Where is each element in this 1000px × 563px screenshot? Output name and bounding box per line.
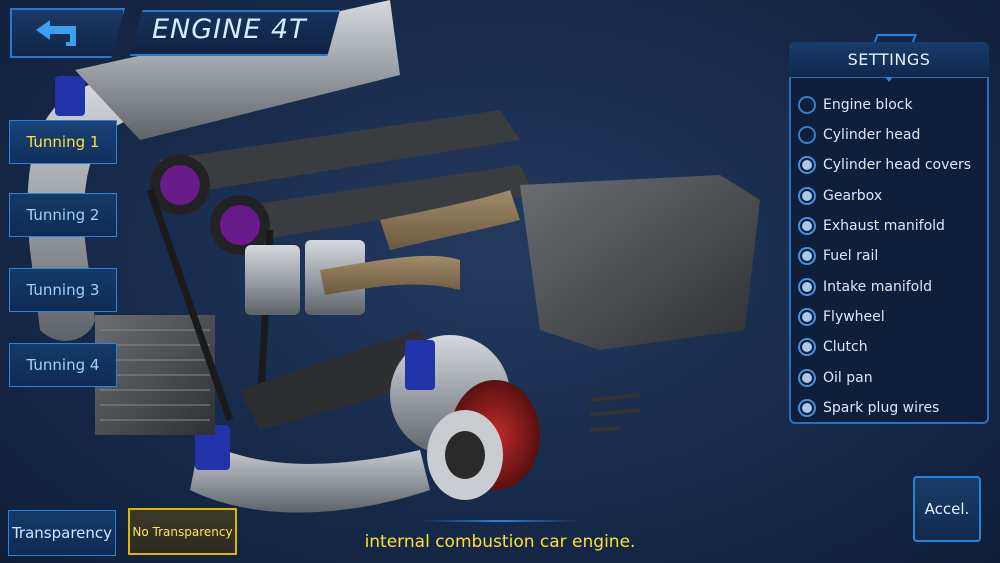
settings-option-label: Oil pan <box>823 370 873 386</box>
radio-dot <box>802 282 812 292</box>
settings-option-clutch[interactable]: Clutch <box>798 334 983 360</box>
gearbox <box>520 175 760 350</box>
back-button[interactable] <box>10 8 125 58</box>
radio-dot <box>802 342 812 352</box>
settings-option-label: Cylinder head covers <box>823 157 972 173</box>
tuning-3-button[interactable]: Tunning 3 <box>9 268 117 312</box>
radio-dot <box>802 251 812 261</box>
caption-divider <box>420 520 580 522</box>
radio-toggle[interactable] <box>798 126 816 144</box>
settings-option-oil-pan[interactable]: Oil pan <box>798 365 983 391</box>
settings-option-label: Fuel rail <box>823 248 879 264</box>
radio-dot <box>802 312 812 322</box>
engine-caption: internal combustion car engine. <box>364 532 636 552</box>
radio-dot <box>802 403 812 413</box>
radio-toggle[interactable] <box>798 96 816 114</box>
piston-1 <box>245 245 300 315</box>
radio-toggle[interactable] <box>798 338 816 356</box>
settings-option-cylinder-head-covers[interactable]: Cylinder head covers <box>798 152 983 178</box>
radio-toggle[interactable] <box>798 156 816 174</box>
no-transparency-button[interactable]: No Transparency <box>128 508 237 555</box>
radio-dot <box>802 191 812 201</box>
tuning-2-button[interactable]: Tunning 2 <box>9 193 117 237</box>
settings-option-exhaust-manifold[interactable]: Exhaust manifold <box>798 213 983 239</box>
radio-toggle[interactable] <box>798 278 816 296</box>
radio-dot <box>802 373 812 383</box>
radio-toggle[interactable] <box>798 187 816 205</box>
hose-clamp-top <box>55 76 85 116</box>
radio-toggle[interactable] <box>798 399 816 417</box>
settings-option-flywheel[interactable]: Flywheel <box>798 304 983 330</box>
radio-toggle[interactable] <box>798 308 816 326</box>
radio-toggle[interactable] <box>798 217 816 235</box>
radio-toggle[interactable] <box>798 369 816 387</box>
settings-option-label: Cylinder head <box>823 127 921 143</box>
chevron-down-icon <box>885 77 893 82</box>
settings-title: SETTINGS <box>789 42 989 78</box>
radio-dot <box>802 160 812 170</box>
settings-option-label: Engine block <box>823 97 913 113</box>
settings-option-fuel-rail[interactable]: Fuel rail <box>798 243 983 269</box>
settings-option-engine-block[interactable]: Engine block <box>798 92 983 118</box>
tuning-1-button[interactable]: Tunning 1 <box>9 120 117 164</box>
settings-option-label: Exhaust manifold <box>823 218 945 234</box>
back-arrow-icon <box>36 20 76 46</box>
settings-option-label: Clutch <box>823 339 868 355</box>
settings-option-label: Intake manifold <box>823 279 932 295</box>
settings-option-label: Gearbox <box>823 188 883 204</box>
settings-option-label: Spark plug wires <box>823 400 940 416</box>
settings-option-gearbox[interactable]: Gearbox <box>798 183 983 209</box>
transparency-button[interactable]: Transparency <box>8 510 116 556</box>
page-title: ENGINE 4T <box>152 14 307 45</box>
settings-option-cylinder-head[interactable]: Cylinder head <box>798 122 983 148</box>
accel-button[interactable]: Accel. <box>913 476 981 542</box>
turbo-clamp <box>405 340 435 390</box>
settings-option-intake-manifold[interactable]: Intake manifold <box>798 274 983 300</box>
settings-option-spark-plug-wires[interactable]: Spark plug wires <box>798 395 983 421</box>
settings-option-label: Flywheel <box>823 309 885 325</box>
radio-dot <box>802 221 812 231</box>
tuning-4-button[interactable]: Tunning 4 <box>9 343 117 387</box>
radio-toggle[interactable] <box>798 247 816 265</box>
